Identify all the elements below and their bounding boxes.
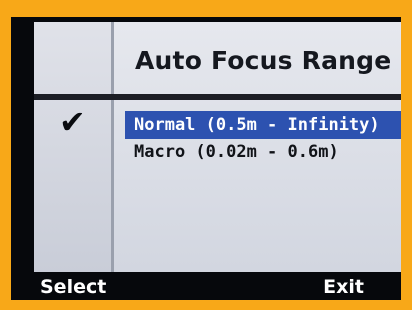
softkey-bar: Select Exit (11, 274, 401, 300)
select-button[interactable]: Select (40, 275, 106, 299)
camera-screen: Auto Focus Range ✔ Normal (0.5m - Infini… (11, 17, 401, 300)
exit-button[interactable]: Exit (323, 275, 364, 299)
page-title: Auto Focus Range (135, 46, 392, 75)
title-divider (34, 94, 401, 100)
checkmark-icon: ✔ (59, 103, 86, 141)
option-normal[interactable]: Normal (0.5m - Infinity) (125, 111, 401, 139)
option-macro[interactable]: Macro (0.02m - 0.6m) (125, 138, 401, 166)
menu-sidebar (34, 22, 114, 272)
menu-panel: Auto Focus Range ✔ Normal (0.5m - Infini… (34, 22, 401, 272)
